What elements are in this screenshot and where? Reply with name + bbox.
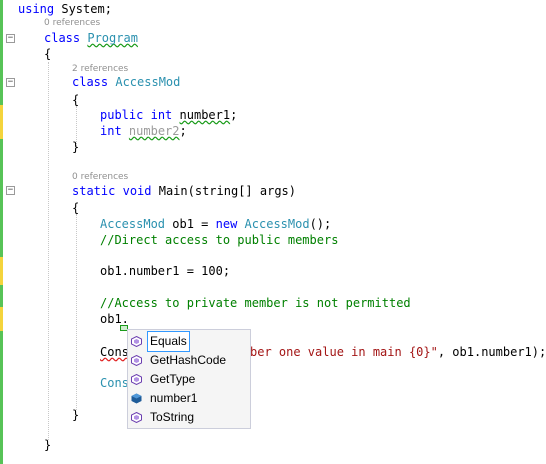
indent-guide — [48, 62, 49, 440]
change-bar-saved — [0, 285, 3, 307]
completion-item-gethashcode[interactable]: GetHashCode — [128, 351, 250, 370]
code-line-console-partial[interactable]: Cons — [100, 374, 129, 392]
code-line-console-partial[interactable]: Cons — [100, 343, 129, 361]
code-line-brace[interactable]: } — [72, 138, 79, 156]
indent-guide — [76, 214, 77, 410]
change-bar-unsaved — [0, 307, 3, 331]
method-icon — [131, 336, 142, 347]
code-line-field-number2[interactable]: int number2; — [100, 122, 187, 140]
code-line-class-program[interactable]: class Program — [44, 29, 138, 47]
code-line-brace[interactable]: } — [72, 406, 79, 424]
method-icon — [131, 374, 142, 385]
change-bar-saved — [0, 331, 3, 464]
completion-item-tostring[interactable]: ToString — [128, 408, 250, 427]
code-line-comment[interactable]: //Access to private member is not permit… — [100, 294, 411, 312]
method-icon — [131, 355, 142, 366]
collapse-toggle-icon[interactable]: − — [6, 78, 15, 87]
code-line-console-tail[interactable]: ber one value in main {0}", ob1.number1)… — [250, 343, 546, 361]
code-line-brace[interactable]: { — [72, 199, 79, 217]
code-line-brace[interactable]: { — [44, 45, 51, 63]
completion-item-gettype[interactable]: GetType — [128, 370, 250, 389]
code-lens-references[interactable]: 0 references — [44, 17, 100, 29]
completion-item-number1[interactable]: number1 — [128, 389, 250, 408]
completion-item-equals[interactable]: Equals — [128, 331, 250, 352]
field-icon — [131, 393, 142, 404]
completion-item-label: number1 — [150, 391, 198, 405]
code-line-using[interactable]: using System; — [18, 0, 112, 18]
completion-item-label: GetHashCode — [150, 353, 227, 367]
code-line-main[interactable]: static void Main(string[] args) — [72, 182, 296, 200]
change-bar-unsaved — [0, 257, 3, 285]
change-bar-unsaved — [0, 105, 3, 139]
completion-item-label: ToString — [150, 410, 195, 424]
editor-gutter: − − − — [0, 0, 18, 464]
code-line-assign[interactable]: ob1.number1 = 100; — [100, 262, 230, 280]
completion-item-label: GetType — [150, 372, 196, 386]
intellisense-popup[interactable]: Equals GetHashCode GetType number1 ToStr… — [127, 329, 251, 429]
collapse-toggle-icon[interactable]: − — [6, 186, 15, 195]
change-bar-saved — [0, 0, 3, 105]
method-icon — [131, 412, 142, 423]
code-line-brace[interactable]: } — [44, 436, 51, 454]
code-line-comment[interactable]: //Direct access to public members — [100, 231, 338, 249]
code-line-brace[interactable]: { — [72, 91, 79, 109]
collapse-toggle-icon[interactable]: − — [6, 34, 15, 43]
completion-item-label: Equals — [147, 331, 190, 352]
change-bar-saved — [0, 139, 3, 257]
code-line-class-accessmod[interactable]: class AccessMod — [72, 73, 180, 91]
